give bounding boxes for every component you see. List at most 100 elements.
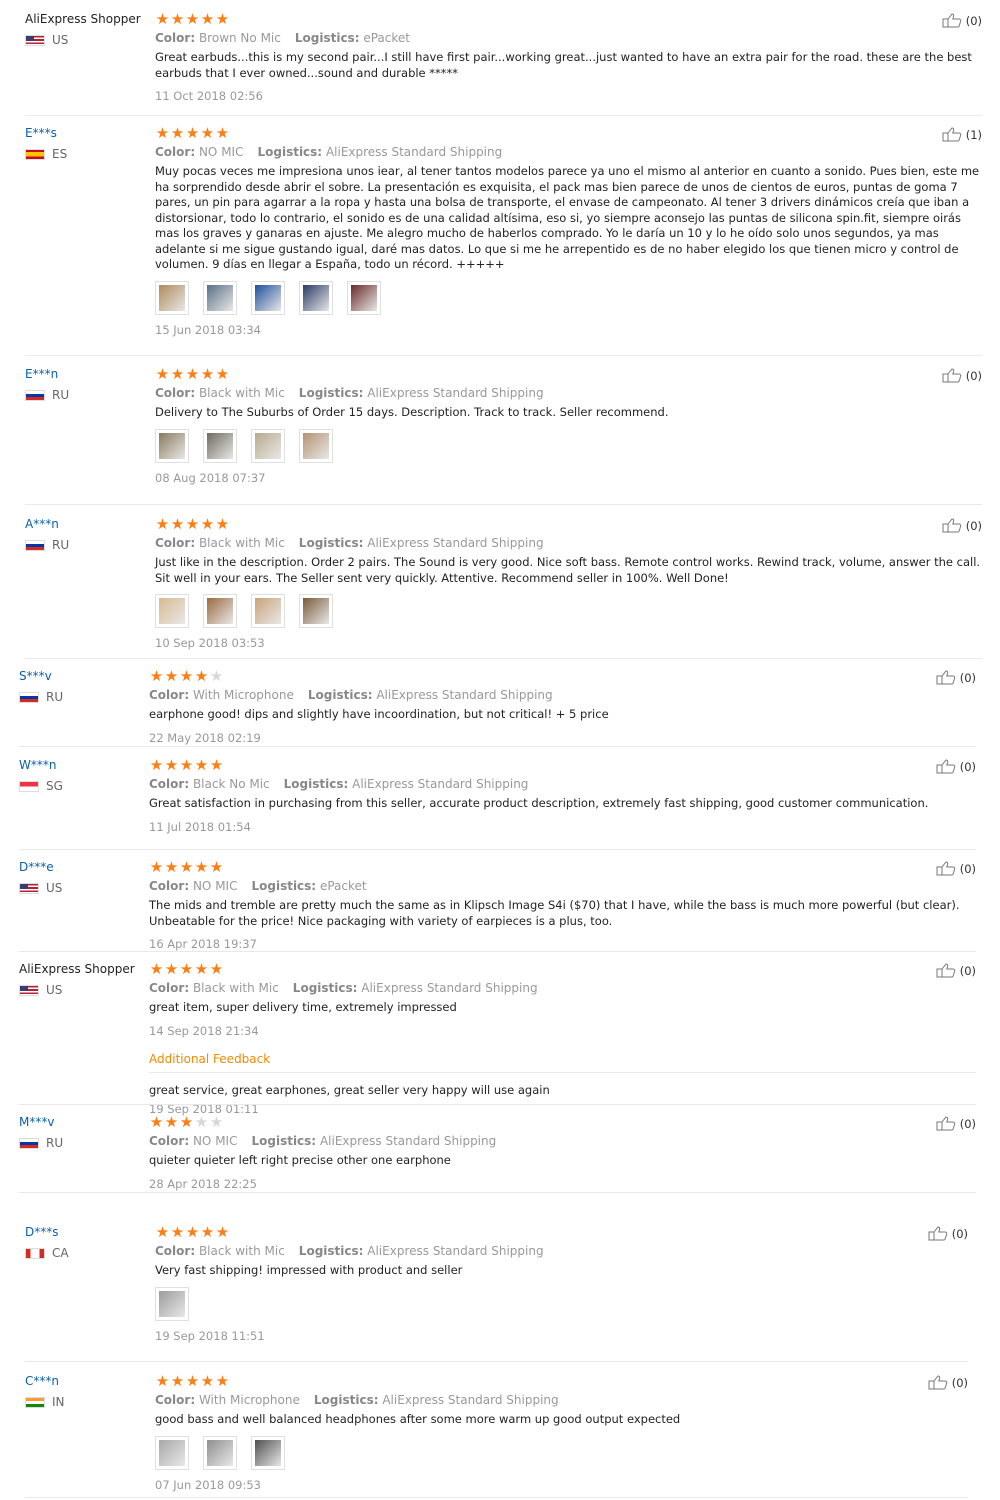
- review-divider: [25, 504, 982, 505]
- star-icon: ★: [155, 515, 170, 533]
- helpful-button[interactable]: (0): [936, 861, 976, 876]
- logistics-value: AliExpress Standard Shipping: [367, 1244, 544, 1258]
- country-code: US: [46, 983, 63, 997]
- flag-icon: [25, 1248, 45, 1259]
- star-icon: ★: [155, 1223, 170, 1241]
- thumbs-up-icon: [928, 1375, 952, 1390]
- star-icon: ★: [194, 756, 209, 774]
- review-item: D***e US ★ ★ ★ ★ ★ Color: NO MIC Logistics: ePac…: [19, 860, 976, 952]
- helpful-button[interactable]: (0): [928, 1375, 968, 1390]
- review-photo[interactable]: [251, 280, 285, 315]
- review-photo[interactable]: [299, 428, 333, 463]
- helpful-button[interactable]: (0): [928, 1226, 968, 1241]
- review-photo[interactable]: [155, 428, 189, 463]
- helpful-button[interactable]: (0): [942, 518, 982, 533]
- star-icon: ★: [149, 756, 164, 774]
- thumbs-up-icon: [942, 518, 966, 533]
- reviewer-name[interactable]: S***v: [19, 669, 149, 683]
- review-text: The mids and tremble are pretty much the…: [149, 898, 960, 928]
- review-photo[interactable]: [155, 594, 189, 628]
- reviewer-name[interactable]: D***s: [25, 1225, 155, 1239]
- reviewer-name[interactable]: A***n: [25, 517, 155, 531]
- star-rating: ★ ★ ★ ★ ★: [155, 1225, 968, 1240]
- star-icon: ★: [149, 667, 164, 685]
- flag-icon: [19, 692, 39, 703]
- color-value: NO MIC: [192, 879, 238, 893]
- review-text: Just like in the description. Order 2 pa…: [155, 555, 981, 585]
- helpful-count: (0): [951, 1375, 968, 1390]
- review-photo[interactable]: [299, 594, 333, 628]
- review-item: E***s ES ★ ★ ★ ★ ★ Color: NO MIC Logistics: AliE…: [25, 126, 982, 356]
- review-meta: Color: Black No Mic Logistics: AliExpress…: [149, 776, 976, 792]
- reviewer-name[interactable]: E***s: [25, 126, 155, 140]
- helpful-button[interactable]: (1): [942, 127, 982, 142]
- flag-icon: [19, 1138, 39, 1149]
- review-date: 08 Aug 2018 07:37: [155, 470, 266, 485]
- review-date: 28 Apr 2018 22:25: [149, 1176, 257, 1191]
- reviewer-name[interactable]: E***n: [25, 367, 155, 381]
- star-rating: ★ ★ ★ ★ ★: [155, 12, 982, 27]
- logistics-value: AliExpress Standard Shipping: [376, 688, 553, 702]
- helpful-count: (0): [965, 368, 982, 383]
- color-label: Color:: [155, 386, 196, 400]
- helpful-count: (1): [965, 127, 982, 142]
- review-meta: Color: NO MIC Logistics: AliExpress Stand…: [149, 1133, 976, 1149]
- review-divider: [25, 355, 982, 356]
- review-divider: [25, 1361, 968, 1362]
- review-photo[interactable]: [347, 280, 381, 315]
- review-content: ★ ★ ★ ★ ★ Color: NO MIC Logistics: AliExpress …: [155, 126, 982, 337]
- review-photo[interactable]: [155, 1435, 189, 1470]
- star-icon: ★: [215, 10, 230, 28]
- reviewer-country: RU: [19, 1137, 149, 1150]
- helpful-button[interactable]: (0): [936, 963, 976, 978]
- reviewer-country: RU: [25, 389, 155, 402]
- star-icon: ★: [170, 1372, 185, 1390]
- flag-icon: [25, 540, 45, 551]
- helpful-button[interactable]: (0): [942, 368, 982, 383]
- review-photo[interactable]: [155, 1286, 189, 1321]
- reviewer-name[interactable]: C***n: [25, 1374, 155, 1388]
- star-icon: ★: [194, 858, 209, 876]
- review-content: ★ ★ ★ ★ ★ Color: NO MIC Logistics: AliExpress …: [149, 1115, 976, 1191]
- logistics-value: AliExpress Standard Shipping: [319, 1134, 497, 1148]
- country-code: SG: [46, 779, 63, 793]
- review-text: Great satisfaction in purchasing from th…: [149, 796, 929, 810]
- review-photo[interactable]: [251, 428, 285, 463]
- color-value: Black No Mic: [192, 777, 270, 791]
- review-photo[interactable]: [251, 594, 285, 628]
- review-photo[interactable]: [203, 1435, 237, 1470]
- helpful-button[interactable]: (0): [936, 670, 976, 685]
- review-photo[interactable]: [299, 280, 333, 315]
- helpful-button[interactable]: (0): [936, 1116, 976, 1131]
- color-value: Black with Mic: [198, 1244, 285, 1258]
- star-icon: ★: [185, 10, 200, 28]
- review-photo[interactable]: [155, 280, 189, 315]
- review-photo[interactable]: [203, 428, 237, 463]
- star-rating: ★ ★ ★ ★ ★: [155, 517, 982, 532]
- review-date: 11 Oct 2018 02:56: [155, 89, 263, 103]
- logistics-label: Logistics:: [298, 1244, 364, 1258]
- country-code: RU: [46, 690, 64, 704]
- additional-feedback-label: Additional Feedback: [149, 1051, 271, 1066]
- color-value: Black with Mic: [198, 536, 285, 550]
- logistics-label: Logistics:: [307, 688, 373, 702]
- star-rating: ★ ★ ★ ★ ★: [155, 126, 982, 141]
- reviewer-name[interactable]: W***n: [19, 758, 149, 772]
- thumbs-up-icon: [936, 759, 960, 774]
- star-icon: ★: [185, 1223, 200, 1241]
- logistics-label: Logistics:: [251, 879, 317, 893]
- reviewer-name[interactable]: D***e: [19, 860, 149, 874]
- review-photo[interactable]: [251, 1435, 285, 1470]
- review-date: 07 Jun 2018 09:53: [155, 1477, 261, 1492]
- helpful-button[interactable]: (0): [936, 759, 976, 774]
- reviewer-name[interactable]: M***v: [19, 1115, 149, 1129]
- country-code: US: [52, 33, 69, 47]
- review-divider: [25, 1497, 968, 1498]
- star-icon: ★: [200, 365, 215, 383]
- review-item: C***n IN ★ ★ ★ ★ ★ Color: With Microphone Logist…: [25, 1374, 968, 1498]
- review-photo[interactable]: [203, 280, 237, 315]
- review-photo[interactable]: [203, 594, 237, 628]
- color-label: Color:: [149, 1134, 190, 1148]
- helpful-button[interactable]: (0): [942, 13, 982, 28]
- star-icon: ★: [164, 756, 179, 774]
